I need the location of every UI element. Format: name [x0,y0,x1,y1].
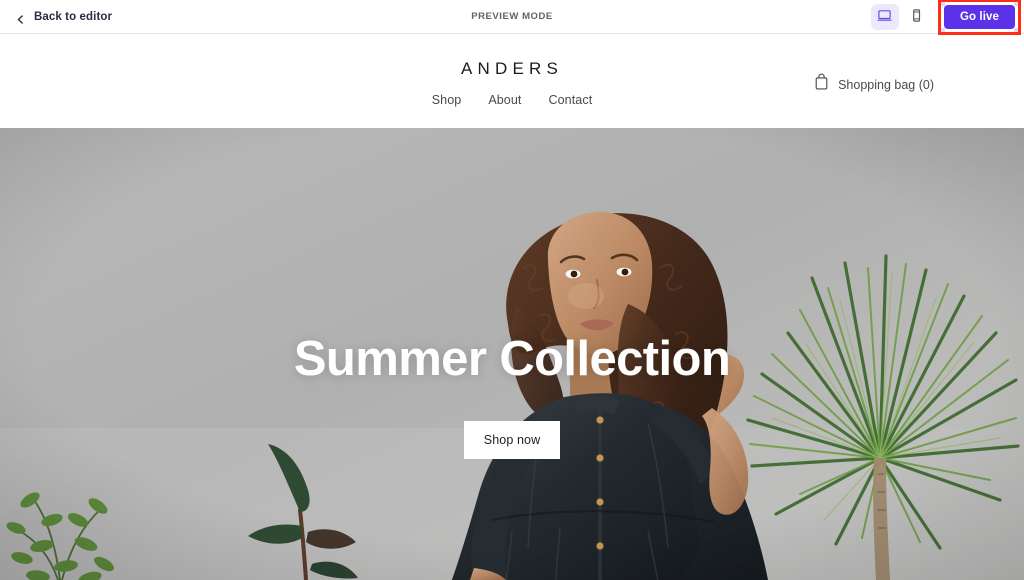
site-header: ANDERS Shop About Contact Shopping bag (… [0,34,1024,128]
mobile-view-button[interactable] [903,4,931,30]
desktop-monitor-icon [877,8,893,26]
go-live-container: Go live [937,0,1021,35]
editor-toolbar: Back to editor PREVIEW MODE Go live [0,0,1024,35]
selection-handle-bottom-left [940,27,945,32]
back-to-editor-label: Back to editor [34,10,113,23]
shop-now-button[interactable]: Shop now [464,421,560,459]
selection-handle-top-right [1014,1,1018,6]
hero-section: Summer Collection Shop now [0,128,1024,580]
nav-item-contact[interactable]: Contact [548,93,592,107]
shopping-bag-icon [813,73,830,96]
toolbar-right-group: Go live [870,0,1024,35]
nav-item-shop[interactable]: Shop [432,93,462,107]
hero-content: Summer Collection Shop now [0,128,1024,580]
chevron-left-icon [16,12,25,24]
selection-handle-bottom-right [1014,27,1018,32]
go-live-button[interactable]: Go live [943,4,1015,29]
shopping-bag-label: Shopping bag (0) [838,77,934,92]
desktop-view-button[interactable] [870,3,899,30]
mobile-phone-icon [909,8,924,26]
hero-title: Summer Collection [293,332,731,386]
nav-item-about[interactable]: About [488,93,521,107]
shopping-bag-button[interactable]: Shopping bag (0) [813,73,934,96]
back-to-editor-button[interactable]: Back to editor [16,10,113,24]
selection-handle-top-left [940,1,945,6]
